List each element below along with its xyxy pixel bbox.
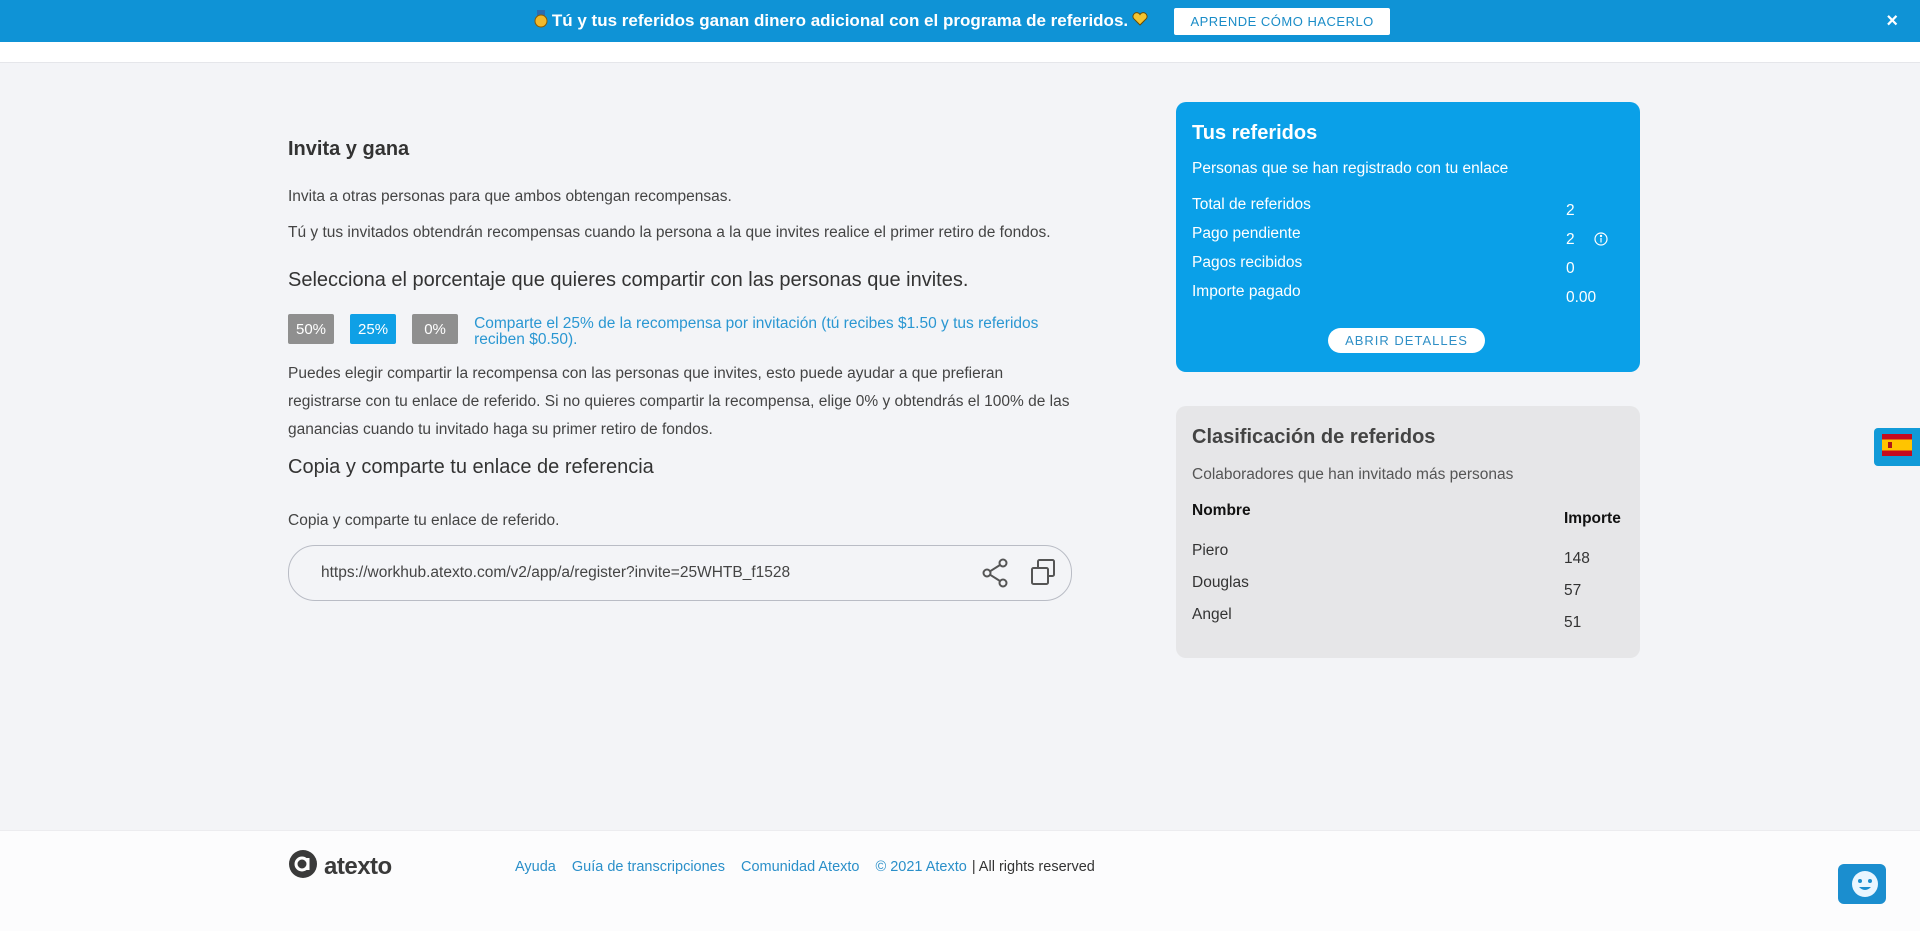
link-label: Copia y comparte tu enlace de referido. (288, 512, 560, 529)
referrals-subtitle: Personas que se han registrado con tu en… (1192, 160, 1509, 177)
referrals-title: Tus referidos (1192, 122, 1318, 144)
referral-link-text[interactable]: https://workhub.atexto.com/v2/app/a/regi… (321, 564, 790, 582)
banner-text: Tú y tus referidos ganan dinero adiciona… (551, 11, 1129, 30)
ranking-col-name: Nombre (1192, 502, 1251, 519)
invite-intro: Invita a otras personas para que ambos o… (288, 188, 732, 205)
percent-25-button[interactable]: 25% (350, 314, 397, 344)
ranking-title: Clasificación de referidos (1192, 426, 1436, 448)
stat-label-paid: Importe pagado (1192, 283, 1301, 300)
ranking-row-name: Angel (1192, 606, 1232, 623)
referral-banner: Tú y tus referidos ganan dinero adiciona… (0, 0, 1920, 42)
close-icon[interactable]: × (1886, 11, 1898, 31)
footer-link-copyright[interactable]: © 2021 Atexto (876, 859, 967, 875)
atexto-logo[interactable]: atexto (288, 849, 392, 884)
atexto-logo-icon (288, 849, 318, 884)
footer-link-community[interactable]: Comunidad Atexto (741, 859, 860, 875)
open-details-button[interactable]: ABRIR DETALLES (1328, 328, 1485, 353)
info-icon[interactable] (1594, 232, 1608, 251)
ranking-card: Clasificación de referidos Colaboradores… (1176, 406, 1640, 658)
medal-icon (534, 9, 548, 33)
heart-icon (1132, 11, 1148, 31)
invite-reward-info: Tú y tus invitados obtendrán recompensas… (288, 224, 1051, 241)
learn-how-button[interactable]: APRENDE CÓMO HACERLO (1174, 7, 1391, 35)
footer-links: Ayuda Guía de transcripciones Comunidad … (515, 859, 1095, 875)
copy-icon[interactable] (1029, 558, 1057, 591)
invite-section: Invita y gana Invita a otras personas pa… (288, 130, 1078, 601)
percent-heading: Selecciona el porcentaje que quieres com… (288, 269, 969, 291)
ranking-row-name: Douglas (1192, 574, 1249, 591)
referral-link-box: https://workhub.atexto.com/v2/app/a/regi… (288, 545, 1072, 601)
percent-selector: 50% 25% 0% Comparte el 25% de la recompe… (288, 314, 1078, 348)
chat-bot-icon (1838, 871, 1886, 908)
footer-link-guide[interactable]: Guía de transcripciones (572, 859, 725, 875)
language-selector[interactable] (1874, 428, 1920, 466)
spain-flag-icon (1882, 433, 1912, 461)
link-heading: Copia y comparte tu enlace de referencia (288, 456, 654, 478)
ranking-subtitle: Colaboradores que han invitado más perso… (1192, 466, 1514, 483)
footer-link-help[interactable]: Ayuda (515, 859, 556, 875)
ranking-row-name: Piero (1192, 542, 1229, 559)
top-nav-strip (0, 42, 1920, 63)
page-title: Invita y gana (288, 138, 410, 160)
footer: atexto Ayuda Guía de transcripciones Com… (0, 830, 1920, 931)
stat-label-received: Pagos recibidos (1192, 254, 1303, 271)
percent-note: Comparte el 25% de la recompensa por inv… (474, 315, 1039, 348)
stat-label-pending: Pago pendiente (1192, 225, 1301, 242)
share-explanation: Puedes elegir compartir la recompensa co… (288, 365, 1070, 438)
footer-rights: | All rights reserved (971, 859, 1095, 875)
logo-text: atexto (324, 852, 392, 880)
share-icon[interactable] (981, 558, 1009, 593)
referrals-card: Tus referidos Personas que se han regist… (1176, 102, 1640, 372)
percent-50-button[interactable]: 50% (288, 314, 335, 344)
chat-bot-button[interactable] (1838, 864, 1886, 904)
stat-label-total: Total de referidos (1192, 196, 1311, 213)
percent-0-button[interactable]: 0% (412, 314, 459, 344)
